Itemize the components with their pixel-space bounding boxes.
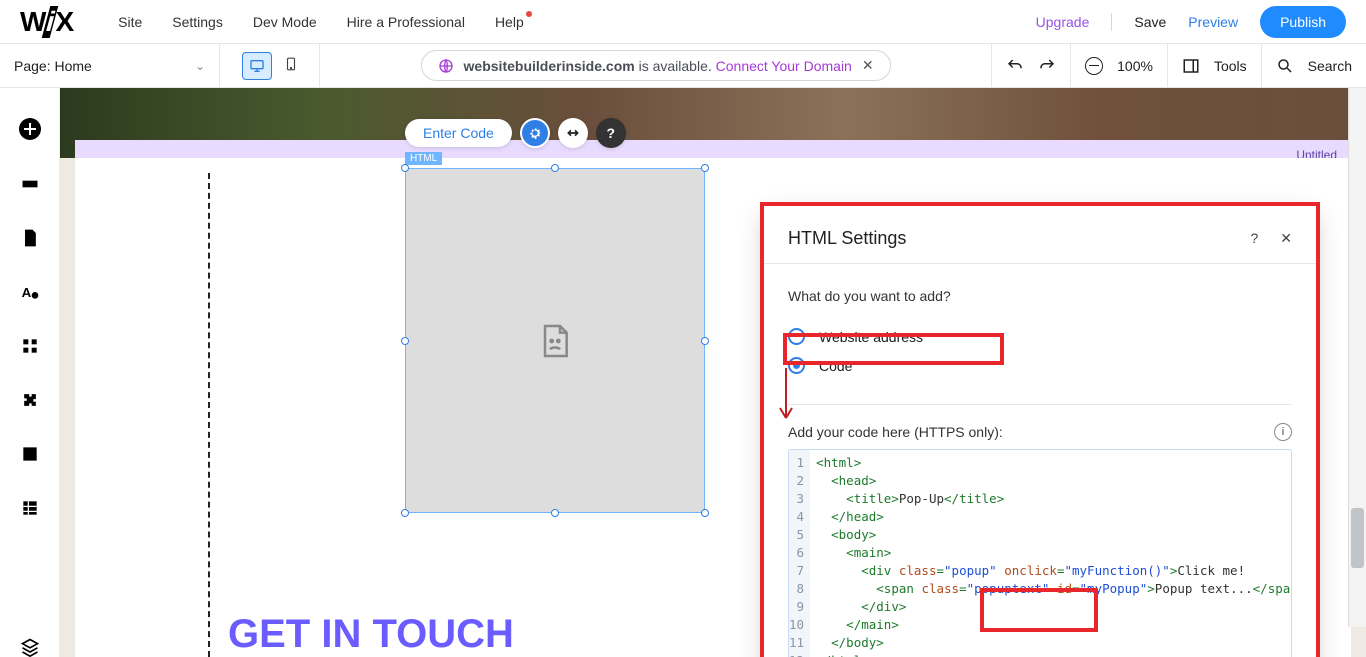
resize-handle[interactable] bbox=[551, 509, 559, 517]
html-iframe-element[interactable]: HTML bbox=[405, 168, 705, 513]
domain-chip: websitebuilderinside.com is available. C… bbox=[421, 50, 891, 81]
resize-handle[interactable] bbox=[401, 337, 409, 345]
theme-icon[interactable]: A bbox=[20, 282, 40, 302]
info-icon[interactable]: i bbox=[1274, 423, 1292, 441]
broken-page-icon bbox=[535, 321, 575, 361]
enter-code-button[interactable]: Enter Code bbox=[405, 119, 512, 147]
top-menu: Site Settings Dev Mode Hire a Profession… bbox=[118, 14, 524, 30]
desktop-view-button[interactable] bbox=[242, 52, 272, 80]
panel-close-icon[interactable]: ✕ bbox=[1280, 230, 1292, 247]
preview-link[interactable]: Preview bbox=[1188, 14, 1238, 30]
menu-help[interactable]: Help bbox=[495, 14, 524, 30]
menu-devmode[interactable]: Dev Mode bbox=[253, 14, 317, 30]
domain-text: websitebuilderinside.com bbox=[464, 58, 635, 74]
plugin-icon[interactable] bbox=[20, 390, 40, 410]
annotation-arrow-icon bbox=[776, 363, 796, 433]
publish-button[interactable]: Publish bbox=[1260, 6, 1346, 38]
search-button[interactable]: Search bbox=[1261, 44, 1366, 88]
code-gutter: 123456789101112 bbox=[789, 450, 810, 657]
resize-handle[interactable] bbox=[401, 164, 409, 172]
panel-title: HTML Settings bbox=[788, 228, 906, 249]
menu-hire[interactable]: Hire a Professional bbox=[347, 14, 465, 30]
panel-question: What do you want to add? bbox=[788, 288, 1292, 304]
globe-icon bbox=[438, 58, 454, 74]
radio-website-address[interactable]: Website address bbox=[788, 322, 1292, 351]
radio-label: Website address bbox=[819, 329, 923, 345]
page-icon[interactable] bbox=[20, 228, 40, 248]
code-content[interactable]: <html> <head> <title>Pop-Up</title> </he… bbox=[810, 450, 1292, 657]
panel-body: What do you want to add? Website address… bbox=[764, 264, 1316, 657]
main-area: A Untitled Enter Code ? HTML bbox=[0, 88, 1366, 657]
search-icon bbox=[1276, 57, 1294, 75]
zoom-label: 100% bbox=[1117, 58, 1153, 74]
redo-icon[interactable] bbox=[1038, 57, 1056, 75]
panel-help-icon[interactable]: ? bbox=[1250, 230, 1258, 247]
gear-icon[interactable] bbox=[520, 118, 550, 148]
layers-icon[interactable] bbox=[20, 637, 40, 657]
scrollbar-thumb[interactable] bbox=[1351, 508, 1364, 568]
editor-canvas[interactable]: Untitled Enter Code ? HTML GET IN TOUCH … bbox=[60, 88, 1366, 657]
tools-button[interactable]: Tools bbox=[1167, 44, 1261, 88]
page-guide bbox=[208, 173, 210, 657]
connect-domain-link[interactable]: Connect Your Domain bbox=[716, 58, 852, 74]
resize-handle[interactable] bbox=[701, 164, 709, 172]
chevron-down-icon: ⌄ bbox=[195, 59, 205, 73]
menu-settings[interactable]: Settings bbox=[172, 14, 223, 30]
mobile-view-button[interactable] bbox=[284, 54, 298, 77]
help-icon[interactable]: ? bbox=[596, 118, 626, 148]
panel-icon bbox=[1182, 57, 1200, 75]
code-label: Add your code here (HTTPS only): bbox=[788, 424, 1003, 440]
wix-logo[interactable]: WiX bbox=[20, 6, 73, 38]
undo-icon[interactable] bbox=[1006, 57, 1024, 75]
page-label: Page: Home bbox=[14, 58, 92, 74]
device-switcher bbox=[220, 44, 320, 88]
data-icon[interactable] bbox=[20, 498, 40, 518]
resize-handle[interactable] bbox=[701, 509, 709, 517]
editor-toolbar: Page: Home ⌄ websitebuilderinside.com is… bbox=[0, 44, 1366, 88]
zoom-out-icon bbox=[1085, 57, 1103, 75]
radio-label: Code bbox=[819, 358, 852, 374]
code-label-row: Add your code here (HTTPS only): i bbox=[788, 423, 1292, 441]
resize-handle[interactable] bbox=[401, 509, 409, 517]
code-editor[interactable]: 123456789101112 <html> <head> <title>Pop… bbox=[788, 449, 1292, 657]
heading-get-in-touch: GET IN TOUCH bbox=[228, 612, 514, 657]
top-right-menu: Upgrade Save Preview Publish bbox=[1036, 6, 1346, 38]
add-element-button[interactable] bbox=[19, 118, 41, 140]
upgrade-link[interactable]: Upgrade bbox=[1036, 14, 1090, 30]
element-type-label: HTML bbox=[405, 152, 442, 165]
strip-icon[interactable] bbox=[20, 174, 40, 194]
undo-redo-group bbox=[991, 44, 1070, 88]
close-icon[interactable]: ✕ bbox=[862, 57, 874, 74]
media-icon[interactable] bbox=[20, 444, 40, 464]
iframe-placeholder bbox=[405, 168, 705, 513]
radio-code[interactable]: Code bbox=[788, 351, 1292, 380]
search-label: Search bbox=[1308, 58, 1352, 74]
resize-handle[interactable] bbox=[701, 337, 709, 345]
scrollbar[interactable] bbox=[1348, 88, 1366, 627]
panel-header: HTML Settings ? ✕ bbox=[764, 206, 1316, 264]
top-bar: WiX Site Settings Dev Mode Hire a Profes… bbox=[0, 0, 1366, 44]
zoom-group[interactable]: 100% bbox=[1070, 44, 1167, 88]
html-settings-panel: HTML Settings ? ✕ What do you want to ad… bbox=[764, 206, 1316, 657]
left-sidebar: A bbox=[0, 88, 60, 657]
menu-site[interactable]: Site bbox=[118, 14, 142, 30]
svg-text:A: A bbox=[21, 285, 31, 300]
save-link[interactable]: Save bbox=[1134, 14, 1166, 30]
domain-bar: websitebuilderinside.com is available. C… bbox=[320, 50, 991, 81]
page-selector[interactable]: Page: Home ⌄ bbox=[0, 44, 220, 88]
resize-handle[interactable] bbox=[551, 164, 559, 172]
stretch-icon[interactable] bbox=[558, 118, 588, 148]
tools-label: Tools bbox=[1214, 58, 1247, 74]
apps-icon[interactable] bbox=[20, 336, 40, 356]
element-toolbar: Enter Code ? bbox=[405, 118, 626, 148]
radio-icon bbox=[788, 328, 805, 345]
